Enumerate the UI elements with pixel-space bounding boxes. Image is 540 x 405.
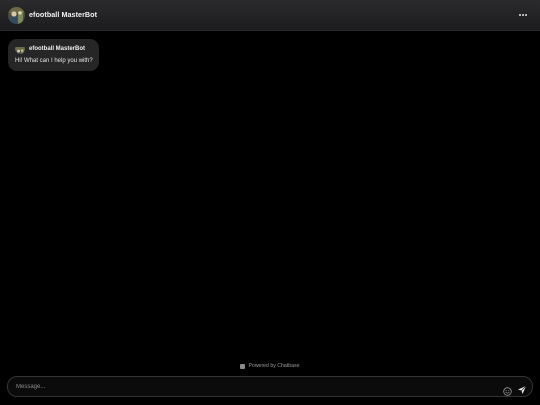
message-sender: efootball MasterBot xyxy=(29,46,86,52)
chatbase-logo-icon xyxy=(240,363,246,369)
powered-by[interactable]: Powered by Chatbase xyxy=(0,362,540,370)
message-composer xyxy=(7,376,533,397)
message-text: Hi! What can I help you with? xyxy=(15,58,93,64)
message-input[interactable] xyxy=(16,380,486,394)
bot-message-bubble: efootball MasterBot Hi! What can I help … xyxy=(8,39,99,71)
bot-avatar xyxy=(8,7,25,24)
chat-window: efootball MasterBot efootball MasterBot … xyxy=(0,0,540,405)
chat-header: efootball MasterBot xyxy=(0,0,540,31)
chat-title: efootball MasterBot xyxy=(29,10,98,19)
more-horizontal-icon[interactable] xyxy=(516,9,530,21)
send-icon[interactable] xyxy=(517,382,527,394)
powered-by-text[interactable]: Powered by Chatbase xyxy=(248,363,299,369)
emoji-icon[interactable] xyxy=(503,383,512,396)
bot-avatar xyxy=(15,44,25,54)
